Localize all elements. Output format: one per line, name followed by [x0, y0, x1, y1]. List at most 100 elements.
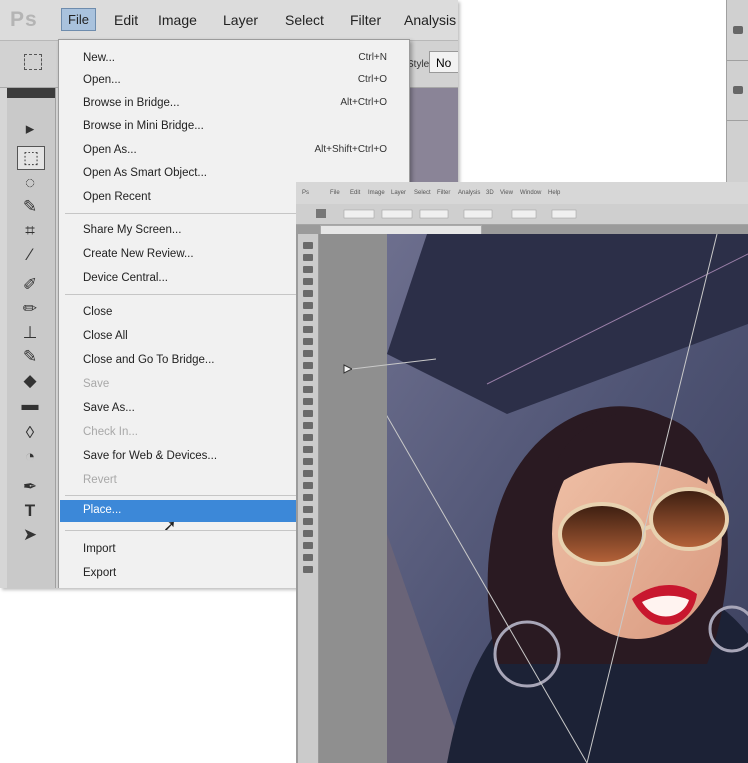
tool-icon[interactable] — [303, 542, 313, 549]
mouse-cursor-icon: ➚ — [163, 518, 177, 535]
menu-item-open-smart-object[interactable]: Open As Smart Object... — [83, 167, 207, 179]
marquee-icon[interactable] — [24, 54, 42, 70]
tool-icon[interactable] — [303, 554, 313, 561]
tool-icon[interactable] — [303, 386, 313, 393]
tool-icon[interactable] — [303, 302, 313, 309]
eyedropper-icon[interactable]: ⁄ — [17, 244, 43, 266]
marquee-icon[interactable]: ⬚ — [17, 146, 45, 170]
menu-select[interactable]: Select — [285, 12, 324, 28]
panel-divider — [727, 120, 748, 121]
options-controls — [316, 209, 577, 219]
shortcut-new: Ctrl+N — [358, 52, 387, 63]
rotate-cursor-icon — [343, 364, 354, 374]
menu-item-browse-mini-bridge[interactable]: Browse in Mini Bridge... — [83, 120, 204, 132]
tool-icon[interactable] — [303, 458, 313, 465]
style-select[interactable]: No — [429, 51, 458, 73]
tool-icon[interactable] — [303, 398, 313, 405]
menu-item-new[interactable]: New... — [83, 52, 115, 64]
menu-item-open-recent[interactable]: Open Recent — [83, 191, 151, 203]
tool-icon[interactable] — [303, 374, 313, 381]
tool-icon[interactable] — [303, 266, 313, 273]
transform-handle[interactable] — [336, 357, 436, 387]
menu-item-place-label: Place... — [83, 504, 122, 516]
panel-icon[interactable] — [733, 86, 743, 94]
panel-icon[interactable] — [733, 26, 743, 34]
menu-filter[interactable]: Filter — [437, 190, 450, 196]
pen-icon[interactable]: ✒ — [17, 476, 43, 498]
menu-item-import[interactable]: Import — [83, 543, 116, 555]
menu-edit[interactable]: Edit — [350, 190, 360, 196]
tool-icon[interactable] — [303, 494, 313, 501]
tool-icon[interactable] — [303, 482, 313, 489]
menu-layer[interactable]: Layer — [391, 190, 406, 196]
menu-item-close-all[interactable]: Close All — [83, 330, 128, 342]
type-icon[interactable]: T — [17, 500, 43, 522]
clone-stamp-icon[interactable]: ⊥ — [17, 322, 43, 344]
photoshop-window-transform: Ps File Edit Image Layer Select Filter A… — [296, 182, 748, 763]
tool-icon[interactable] — [303, 314, 313, 321]
menu-item-close[interactable]: Close — [83, 306, 112, 318]
x-field — [343, 209, 375, 219]
menu-item-export[interactable]: Export — [83, 567, 116, 579]
crop-icon[interactable]: ⌗ — [17, 220, 43, 242]
dodge-icon[interactable]: ◔ — [17, 446, 43, 468]
options-bar — [296, 204, 748, 225]
tool-icon[interactable] — [303, 470, 313, 477]
menu-file[interactable]: File — [61, 8, 96, 31]
tool-icon[interactable] — [303, 506, 313, 513]
tool-icon[interactable] — [303, 338, 313, 345]
menu-item-create-review[interactable]: Create New Review... — [83, 248, 194, 260]
tool-icon[interactable] — [303, 422, 313, 429]
healing-brush-icon[interactable]: ✐ — [17, 274, 43, 296]
toolbox-header[interactable] — [7, 88, 55, 98]
menu-analysis[interactable]: Analysis — [458, 190, 480, 196]
menu-image[interactable]: Image — [368, 190, 385, 196]
menu-file[interactable]: File — [330, 190, 340, 196]
menu-edit[interactable]: Edit — [114, 12, 138, 28]
tool-icon[interactable] — [303, 566, 313, 573]
menu-item-browse-bridge[interactable]: Browse in Bridge... — [83, 97, 180, 109]
tool-icon[interactable] — [303, 254, 313, 261]
move-icon[interactable]: ▸ — [17, 118, 43, 140]
menu-select[interactable]: Select — [414, 190, 431, 196]
eraser-icon[interactable]: ◆ — [17, 370, 43, 392]
menu-item-open-as[interactable]: Open As... — [83, 144, 137, 156]
quick-selection-icon[interactable]: ✎ — [17, 196, 43, 218]
menu-item-close-go-bridge[interactable]: Close and Go To Bridge... — [83, 354, 214, 366]
tool-icon[interactable] — [303, 278, 313, 285]
tool-icon[interactable] — [303, 326, 313, 333]
menu-item-save-as[interactable]: Save As... — [83, 402, 135, 414]
tool-icon[interactable] — [303, 434, 313, 441]
menu-item-open[interactable]: Open... — [83, 74, 121, 86]
menu-item-save-for-web[interactable]: Save for Web & Devices... — [83, 450, 217, 462]
tool-icon[interactable] — [303, 362, 313, 369]
menu-window[interactable]: Window — [520, 190, 541, 196]
blur-icon[interactable]: ◊ — [17, 422, 43, 444]
tool-icon[interactable] — [303, 350, 313, 357]
menu-bar: Ps File Edit Image Layer Select Filter A… — [0, 0, 458, 41]
menu-layer[interactable]: Layer — [223, 12, 258, 28]
lasso-icon[interactable]: ◌ — [17, 172, 43, 194]
brush-icon[interactable]: ✏ — [17, 298, 43, 320]
menu-item-device-central[interactable]: Device Central... — [83, 272, 168, 284]
y-field — [381, 209, 413, 219]
tool-icon[interactable] — [303, 410, 313, 417]
menu-item-share-screen[interactable]: Share My Screen... — [83, 224, 181, 236]
tool-icon[interactable] — [303, 446, 313, 453]
menu-view[interactable]: View — [500, 190, 513, 196]
panel-divider — [727, 60, 748, 61]
tool-icon[interactable] — [303, 530, 313, 537]
tool-preset-icon — [316, 209, 326, 218]
gradient-icon[interactable]: ▬ — [17, 394, 43, 416]
tool-icon[interactable] — [303, 290, 313, 297]
tool-icon[interactable] — [303, 518, 313, 525]
menu-help[interactable]: Help — [548, 190, 560, 196]
menu-filter[interactable]: Filter — [350, 12, 381, 28]
menu-analysis[interactable]: Analysis — [404, 12, 456, 28]
path-selection-icon[interactable]: ➤ — [17, 524, 43, 546]
menu-bar: Ps File Edit Image Layer Select Filter A… — [296, 182, 748, 204]
tool-icon[interactable] — [303, 242, 313, 249]
menu-image[interactable]: Image — [158, 12, 197, 28]
menu-3d[interactable]: 3D — [486, 190, 494, 196]
history-brush-icon[interactable]: ✎ — [17, 346, 43, 368]
